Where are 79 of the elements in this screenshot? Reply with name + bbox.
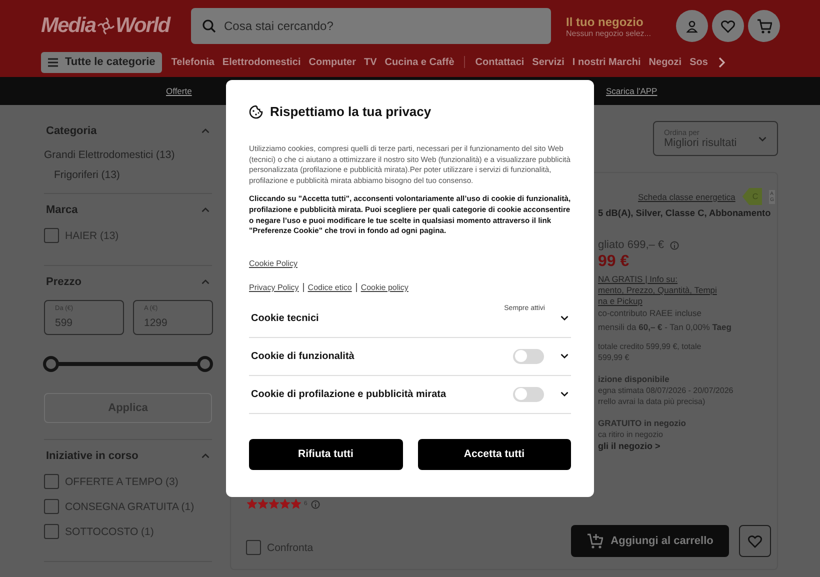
nav-link[interactable]: Computer [304, 56, 360, 68]
expand-chevron-icon[interactable] [560, 391, 569, 398]
collapse-chevron-icon[interactable] [201, 207, 210, 213]
search-field[interactable]: Cosa stai cercando? [191, 8, 551, 44]
toggle-switch[interactable] [513, 348, 544, 364]
checkbox[interactable] [246, 540, 261, 555]
heart-icon [721, 20, 735, 32]
cart-button[interactable] [748, 10, 780, 42]
price: 99 € [598, 253, 630, 271]
checkbox[interactable] [44, 474, 59, 489]
filter-heading: Prezzo [46, 276, 82, 288]
categories-button[interactable]: Tutte le categorie [41, 52, 162, 72]
filter-heading: Marca [46, 204, 78, 216]
star-icon [280, 499, 290, 509]
promo-link[interactable]: Scarica l'APP [606, 86, 658, 96]
policy-link[interactable]: Cookie policy [360, 282, 408, 292]
nav-link[interactable]: Contattaci [471, 56, 528, 68]
store-link[interactable]: gli il negozio > [598, 440, 777, 452]
nav-link[interactable]: I nostri Marchi [568, 56, 645, 68]
wishlist-button[interactable] [739, 525, 771, 557]
cookie-category: Cookie di profilazione e pubblicità mirata [251, 388, 448, 400]
slider-handle[interactable] [197, 356, 213, 372]
toggle-switch[interactable] [513, 386, 544, 402]
info-link[interactable]: NA GRATIS | Info su: [598, 274, 777, 285]
info-link[interactable]: mento, Prezzo, Quantità, Tempi [598, 285, 777, 296]
info-link[interactable]: na e Pickup [598, 296, 777, 307]
swirl-logo-icon [96, 17, 115, 35]
heart-icon [748, 534, 762, 548]
nav-link[interactable]: Elettrodomestici [218, 56, 305, 68]
consent-button[interactable]: Rifiuta tutti [249, 438, 402, 470]
user-icon [686, 20, 698, 32]
collapse-chevron-icon[interactable] [201, 128, 210, 134]
store-title[interactable]: Il tuo negozio [566, 14, 676, 28]
cart-plus-icon [586, 533, 603, 549]
logo-text: World [116, 14, 170, 38]
nav-link[interactable]: Telefonia [167, 56, 218, 68]
cookie-category: Cookie tecnici [251, 312, 320, 324]
scroll-right-icon[interactable] [718, 56, 725, 68]
star-icon [258, 499, 268, 509]
cookie-category: Cookie di funzionalità [251, 350, 356, 362]
wishlist-button[interactable] [712, 10, 744, 42]
nav-link[interactable]: Cucina e Caffè [380, 56, 458, 68]
checkbox[interactable] [44, 524, 59, 539]
expand-chevron-icon[interactable] [560, 353, 569, 360]
cookie-icon [249, 104, 263, 118]
info-icon[interactable] [311, 500, 320, 508]
policy-link[interactable]: Privacy Policy [249, 282, 299, 292]
energy-label-link[interactable]: Scheda classe energetica [638, 192, 736, 202]
category-link[interactable]: Grandi Elettrodomestici (13) [44, 149, 212, 161]
nav-link[interactable]: Sos [686, 56, 712, 68]
info-icon[interactable] [670, 240, 680, 250]
store-subtitle: Nessun negozio selez... [566, 28, 652, 38]
logo-text: Media [41, 14, 96, 38]
menu-icon [48, 58, 58, 66]
filter-heading: Iniziative in corso [46, 450, 138, 462]
star-icon [247, 499, 257, 509]
nav-link[interactable]: Negozi [644, 56, 686, 68]
checkbox[interactable] [44, 228, 59, 243]
product-title[interactable]: 5 dB(A), Silver, Classe C, Abbonamento [598, 208, 777, 218]
nav-link[interactable]: TV [360, 56, 381, 68]
subcategory-link[interactable]: Frigoriferi (13) [54, 169, 212, 181]
add-to-cart-button[interactable]: Aggiungi al carrello [571, 525, 729, 557]
policy-link[interactable]: Cookie Policy [249, 258, 298, 268]
collapse-chevron-icon[interactable] [201, 279, 210, 285]
filter-heading: Categoria [46, 125, 97, 137]
policy-link[interactable]: Codice etico [308, 282, 352, 292]
star-icon [269, 499, 279, 509]
checkbox[interactable] [44, 499, 59, 514]
slider-handle[interactable] [43, 356, 59, 372]
search-icon [202, 19, 216, 33]
collapse-chevron-icon[interactable] [201, 453, 210, 459]
promo-link[interactable]: Offerte [166, 86, 192, 96]
account-button[interactable] [676, 10, 708, 42]
cart-icon [756, 18, 772, 34]
dialog-title: Rispettiamo la tua privacy [270, 104, 432, 119]
consent-button[interactable]: Accetta tutti [418, 438, 571, 470]
expand-chevron-icon[interactable] [560, 315, 569, 322]
star-icon [291, 499, 301, 509]
nav-link[interactable]: Servizi [528, 56, 568, 68]
